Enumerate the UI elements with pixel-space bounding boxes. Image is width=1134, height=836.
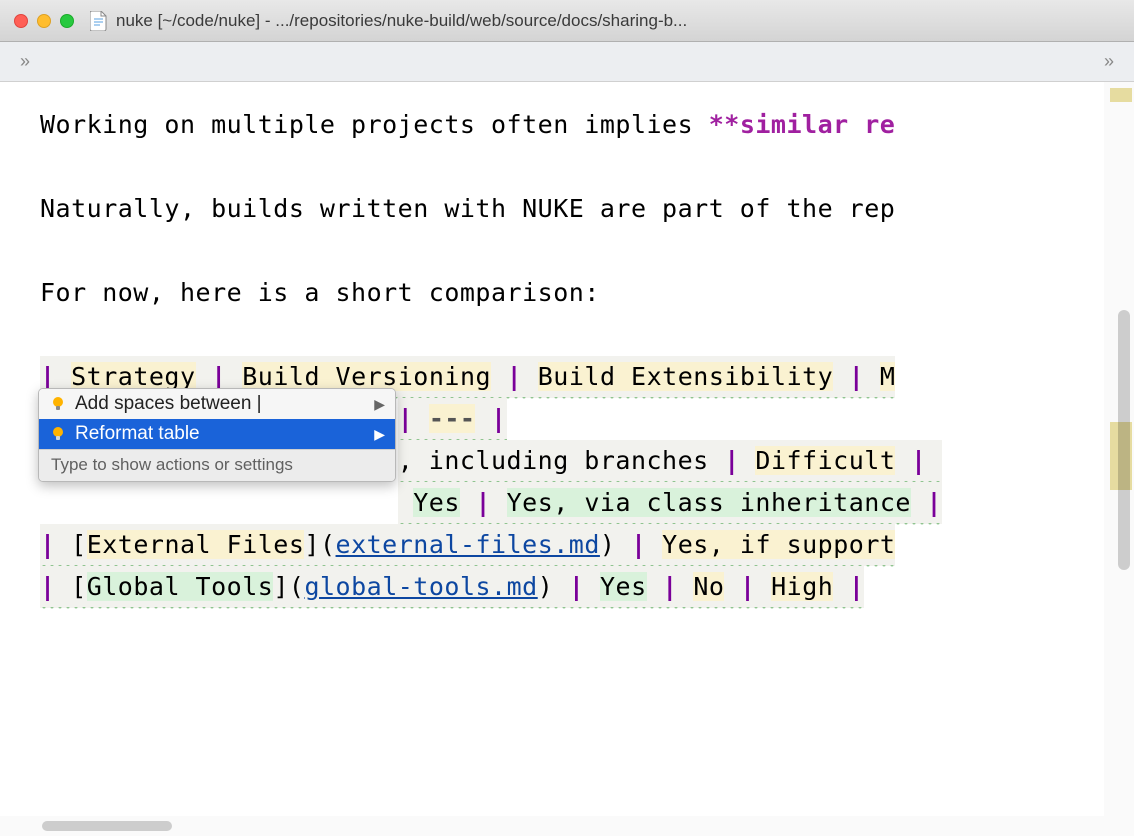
- lightbulb-icon: [49, 425, 67, 443]
- file-icon: [90, 11, 108, 31]
- editor-line: Working on multiple projects often impli…: [0, 104, 1104, 146]
- warning-stripe[interactable]: [1110, 88, 1132, 102]
- markdown-bold: **similar re: [709, 110, 896, 139]
- vertical-scrollbar[interactable]: [1104, 82, 1134, 816]
- editor-line: [0, 314, 1104, 356]
- intention-actions-popup: Add spaces between | ▶ Reformat table ▶ …: [38, 388, 396, 482]
- editor-line: For now, here is a short comparison:: [0, 272, 1104, 314]
- close-window-button[interactable]: [14, 14, 28, 28]
- intention-item-label: Add spaces between |: [75, 393, 262, 415]
- maximize-window-button[interactable]: [60, 14, 74, 28]
- titlebar: nuke [~/code/nuke] - .../repositories/nu…: [0, 0, 1134, 42]
- editor-area: Working on multiple projects often impli…: [0, 82, 1134, 836]
- submenu-arrow-icon: ▶: [374, 426, 385, 443]
- traffic-lights: [14, 14, 74, 28]
- table-row: | [External Files](external-files.md) | …: [0, 524, 1104, 566]
- editor-line: [0, 230, 1104, 272]
- editor-line: [0, 146, 1104, 188]
- scrollbar-corner: [1104, 816, 1134, 836]
- window-title: nuke [~/code/nuke] - .../repositories/nu…: [116, 11, 1120, 31]
- intention-item-reformat-table[interactable]: Reformat table ▶: [39, 419, 395, 449]
- breadcrumb-expand-left[interactable]: »: [20, 51, 30, 72]
- breadcrumb-expand-right[interactable]: »: [1104, 51, 1114, 72]
- horizontal-scrollbar[interactable]: [0, 816, 1104, 836]
- breadcrumb-bar: » »: [0, 42, 1134, 82]
- table-row: XXXXXXXXXXXXXXXXXXXXXXX Yes | Yes, via c…: [0, 482, 1104, 524]
- lightbulb-icon: [49, 395, 67, 413]
- editor-line: Naturally, builds written with NUKE are …: [0, 188, 1104, 230]
- table-row: | [Global Tools](global-tools.md) | Yes …: [0, 566, 1104, 608]
- submenu-arrow-icon: ▶: [374, 396, 385, 413]
- minimize-window-button[interactable]: [37, 14, 51, 28]
- horizontal-scroll-thumb[interactable]: [42, 821, 172, 831]
- popup-hint: Type to show actions or settings: [39, 449, 395, 481]
- intention-item-label: Reformat table: [75, 423, 200, 445]
- vertical-scroll-thumb[interactable]: [1118, 310, 1130, 570]
- intention-item-add-spaces[interactable]: Add spaces between | ▶: [39, 389, 395, 419]
